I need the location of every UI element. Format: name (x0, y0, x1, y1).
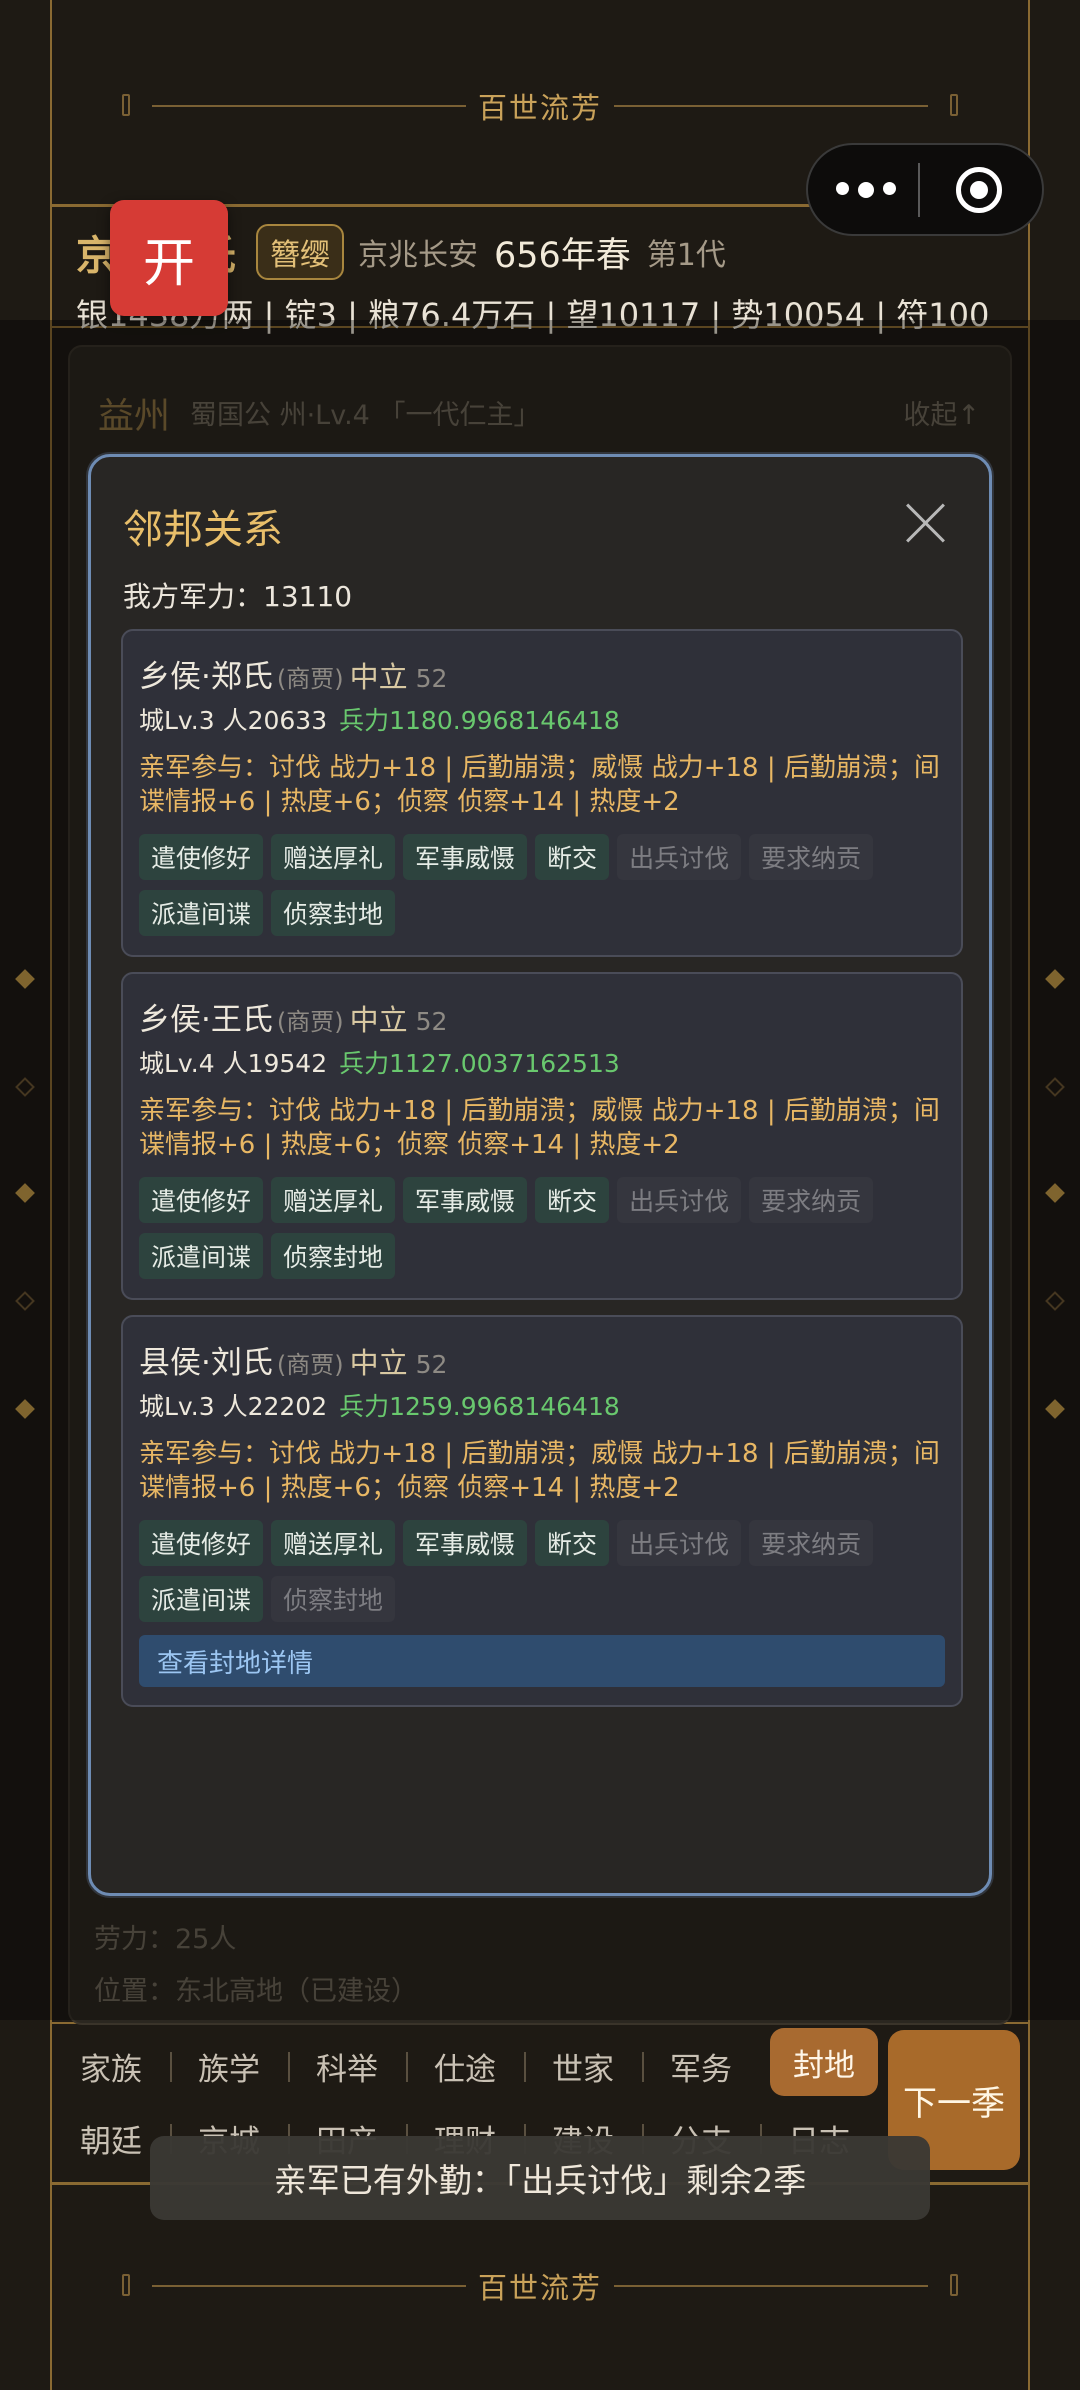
nav-family[interactable]: 家族 (52, 2044, 170, 2089)
bottom-banner-title: 百世流芳 (465, 2265, 614, 2307)
envoy-button[interactable]: 遣使修好 (139, 1520, 264, 1566)
spy-button[interactable]: 派遣间谍 (139, 1233, 264, 1279)
scout-button[interactable]: 侦察封地 (271, 1233, 396, 1279)
attack-button[interactable]: 出兵讨伐 (617, 1177, 742, 1223)
attack-button[interactable]: 出兵讨伐 (617, 834, 742, 880)
nav-noble-houses[interactable]: 世家 (524, 2044, 642, 2089)
gift-button[interactable]: 赠送厚礼 (271, 1520, 396, 1566)
more-icon[interactable] (808, 181, 918, 198)
open-button[interactable]: 开 (110, 200, 228, 316)
neighbor-card: 县侯·刘氏 (商贾) 中立 52 城Lv.3 人22202 兵力1259.9968146… (121, 1315, 963, 1707)
top-banner-title: 百世流芳 (465, 85, 614, 127)
nav-fief[interactable]: 封地 (770, 2028, 878, 2096)
gift-button[interactable]: 赠送厚礼 (271, 834, 396, 880)
generation-label: 第1代 (646, 238, 726, 273)
spy-button[interactable]: 派遣间谍 (139, 1576, 264, 1622)
season-label: 656年春 (494, 235, 631, 276)
deter-button[interactable]: 军事威慑 (403, 834, 528, 880)
break-ties-button[interactable]: 断交 (535, 1520, 610, 1566)
top-banner: 百世流芳 (0, 66, 1080, 146)
deter-button[interactable]: 军事威慑 (403, 1177, 528, 1223)
troop-strength: 兵力1127.0037162513 (339, 1049, 620, 1078)
neighbor-stats: 城Lv.3 人22202 兵力1259.9968146418 (139, 1392, 620, 1421)
toast-message: 亲军已有外勤：「出兵讨伐」剩余2季 (150, 2136, 930, 2220)
deter-button[interactable]: 军事威慑 (403, 1520, 528, 1566)
tribute-button[interactable]: 要求纳贡 (749, 1520, 874, 1566)
neighbor-card: 乡侯·郑氏 (商贾) 中立 52 城Lv.3 人20633 兵力1180.9968146… (121, 629, 963, 957)
clan-location: 京兆长安 (358, 238, 478, 273)
scout-button[interactable]: 侦察封地 (271, 890, 396, 936)
tribute-button[interactable]: 要求纳贡 (749, 834, 874, 880)
spy-button[interactable]: 派遣间谍 (139, 890, 264, 936)
break-ties-button[interactable]: 断交 (535, 834, 610, 880)
neighbor-stats: 城Lv.3 人20633 兵力1180.9968146418 (139, 706, 620, 735)
nav-clan-school[interactable]: 族学 (170, 2044, 288, 2089)
neighbor-name: 乡侯·郑氏 (商贾) 中立 52 (139, 659, 448, 695)
guard-participation-note: 亲军参与：讨伐 战力+18 | 后勤崩溃；威慑 战力+18 | 后勤崩溃；间谍情… (139, 1096, 940, 1160)
neighbor-card: 乡侯·王氏 (商贾) 中立 52 城Lv.4 人19542 兵力1127.0037162… (121, 972, 963, 1300)
attack-button[interactable]: 出兵讨伐 (617, 1520, 742, 1566)
clan-badge: 簪缨 (256, 224, 344, 280)
guard-participation-note: 亲军参与：讨伐 战力+18 | 后勤崩溃；威慑 战力+18 | 后勤崩溃；间谍情… (139, 753, 940, 817)
close-icon[interactable] (905, 503, 945, 543)
troop-strength: 兵力1180.9968146418 (339, 706, 620, 735)
guard-participation-note: 亲军参与：讨伐 战力+18 | 后勤崩溃；威慑 战力+18 | 后勤崩溃；间谍情… (139, 1439, 940, 1503)
my-military-power: 我方军力：13110 (123, 580, 353, 613)
close-target-icon[interactable] (956, 166, 1002, 213)
scout-button[interactable]: 侦察封地 (271, 1576, 396, 1622)
nav-exam[interactable]: 科举 (288, 2044, 406, 2089)
envoy-button[interactable]: 遣使修好 (139, 834, 264, 880)
neighbor-name: 乡侯·王氏 (商贾) 中立 52 (139, 1002, 448, 1038)
view-fief-detail-button[interactable]: 查看封地详情 (139, 1635, 945, 1687)
bottom-banner: 百世流芳 (0, 2246, 1080, 2326)
neighbor-relations-modal: 邻邦关系 我方军力：13110 乡侯·郑氏 (商贾) 中立 52 城Lv.3 人206… (88, 454, 992, 1896)
modal-title: 邻邦关系 (123, 507, 283, 553)
neighbor-stats: 城Lv.4 人19542 兵力1127.0037162513 (139, 1049, 620, 1078)
tribute-button[interactable]: 要求纳贡 (749, 1177, 874, 1223)
break-ties-button[interactable]: 断交 (535, 1177, 610, 1223)
nav-career[interactable]: 仕途 (406, 2044, 524, 2089)
troop-strength: 兵力1259.9968146418 (339, 1392, 620, 1421)
neighbor-name: 县侯·刘氏 (商贾) 中立 52 (139, 1345, 448, 1381)
nav-military[interactable]: 军务 (642, 2044, 760, 2089)
gift-button[interactable]: 赠送厚礼 (271, 1177, 396, 1223)
envoy-button[interactable]: 遣使修好 (139, 1177, 264, 1223)
